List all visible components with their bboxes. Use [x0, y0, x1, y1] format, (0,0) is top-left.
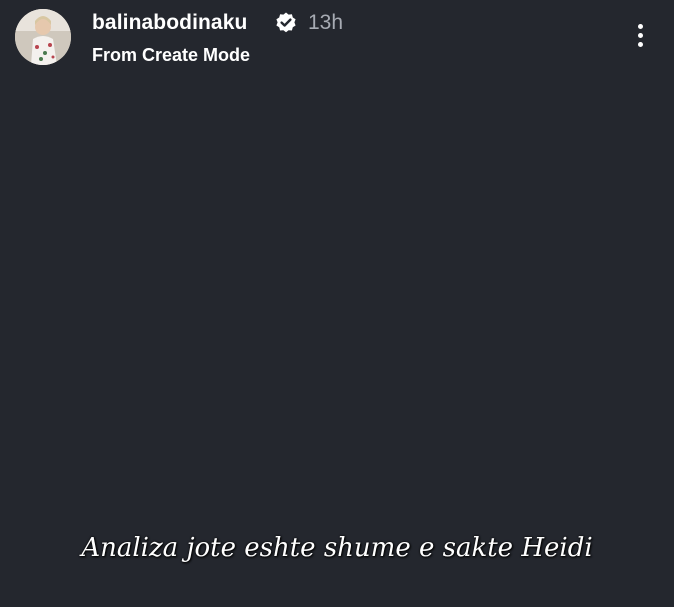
more-vertical-icon-dot	[637, 41, 643, 47]
create-mode-label: From Create Mode	[92, 45, 251, 65]
more-vertical-icon-dot	[637, 32, 643, 38]
avatar[interactable]	[15, 9, 71, 65]
story-header: balinabodinaku 13h From Create Mode	[0, 0, 674, 80]
avatar-photo-icon	[15, 9, 71, 65]
timestamp: 13h	[308, 11, 344, 34]
username[interactable]: balinabodinaku	[92, 10, 247, 36]
more-options-button[interactable]	[624, 17, 656, 53]
verified-badge-icon	[276, 12, 296, 33]
story-caption: Analiza jote eshte shume e sakte Heidi	[81, 533, 593, 563]
more-vertical-icon	[637, 23, 643, 29]
